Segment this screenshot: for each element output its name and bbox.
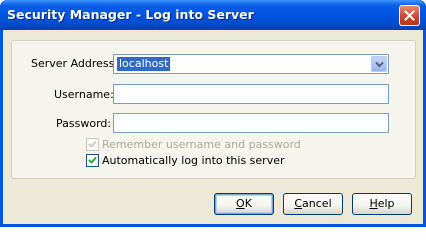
username-input[interactable] — [113, 84, 389, 104]
server-address-dropdown-button[interactable] — [371, 56, 387, 72]
remember-credentials-label: Remember username and password — [102, 138, 301, 151]
server-address-label: Server Address: — [31, 57, 119, 70]
close-icon — [404, 10, 415, 21]
cancel-button[interactable]: Cancel — [283, 193, 343, 215]
window-frame-bottom — [0, 224, 426, 227]
username-label: Username: — [54, 88, 114, 101]
help-label: elp — [377, 197, 395, 210]
window-title: Security Manager - Log into Server — [7, 7, 254, 22]
cancel-label: ancel — [302, 197, 332, 210]
login-dialog: Security Manager - Log into Server Serve… — [0, 0, 426, 227]
auto-login-label: Automatically log into this server — [102, 154, 285, 167]
dialog-body: Server Address: localhost Username: Pass… — [3, 30, 423, 224]
help-mnemonic: H — [369, 197, 378, 210]
password-input[interactable] — [113, 113, 389, 133]
close-button[interactable] — [399, 5, 420, 26]
checkmark-icon — [88, 140, 97, 148]
ok-mnemonic: O — [236, 197, 245, 210]
checkmark-icon — [88, 156, 97, 164]
cancel-mnemonic: C — [294, 197, 303, 210]
password-label: Password: — [56, 117, 112, 130]
server-address-combobox[interactable]: localhost — [113, 54, 389, 74]
remember-credentials-checkbox[interactable] — [86, 138, 99, 151]
ok-label: K — [244, 197, 252, 210]
chevron-down-icon — [375, 61, 384, 68]
auto-login-checkbox[interactable] — [86, 154, 99, 167]
server-address-value[interactable]: localhost — [117, 57, 171, 71]
title-bar[interactable]: Security Manager - Log into Server — [0, 0, 426, 30]
login-group-box: Server Address: localhost Username: Pass… — [11, 40, 416, 179]
ok-button[interactable]: OK — [214, 193, 274, 215]
help-button[interactable]: Help — [352, 193, 412, 215]
